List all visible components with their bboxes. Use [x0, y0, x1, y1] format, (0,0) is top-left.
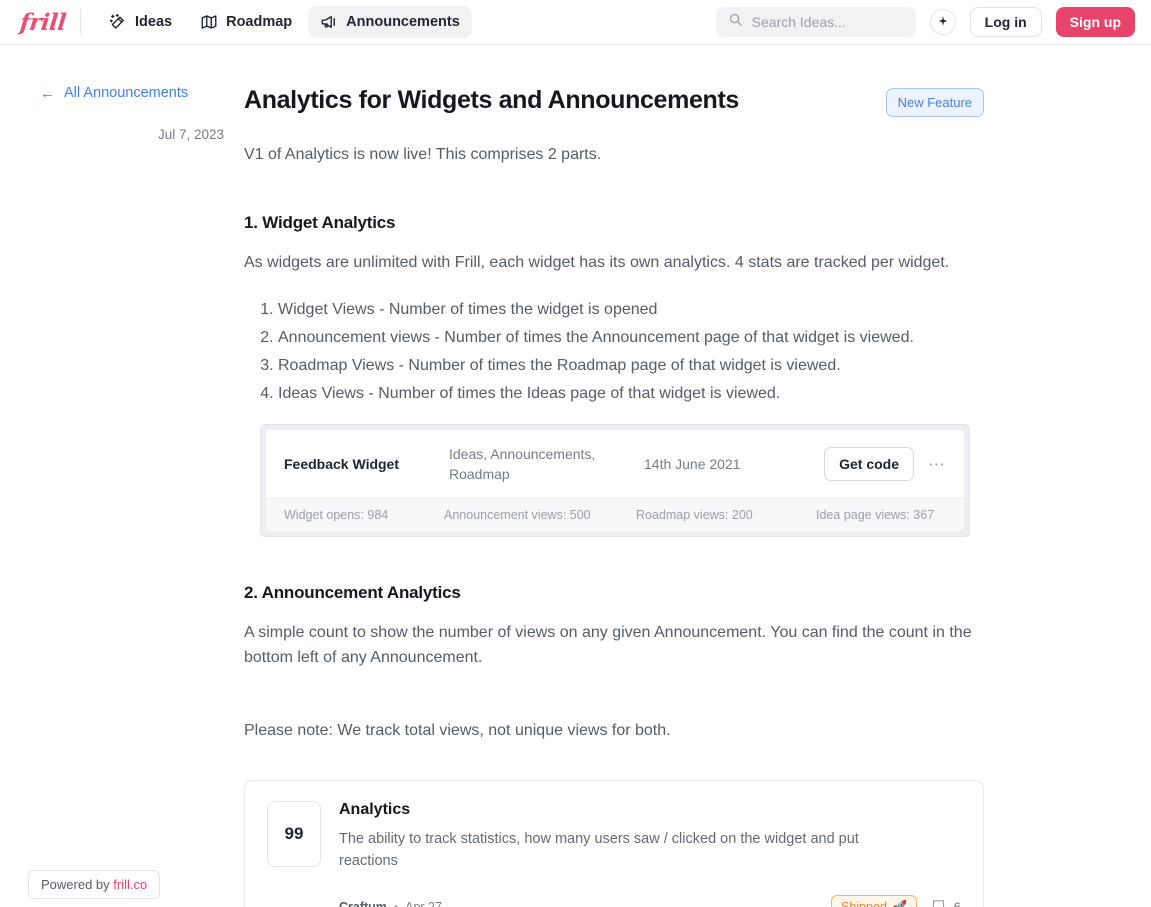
idea-title[interactable]: Analytics: [339, 801, 961, 819]
powered-by-link: frill.co: [113, 877, 148, 892]
meta-separator: •: [394, 900, 398, 907]
stat-idea-page-views: Idea page views: 367: [816, 508, 935, 523]
header-divider: [80, 9, 81, 35]
status-badge-shipped-label: Shipped: [841, 900, 887, 907]
nav-item-roadmap[interactable]: Roadmap: [188, 6, 304, 38]
post-sidebar: ← All Announcements Jul 7, 2023: [0, 85, 244, 907]
sparkle-button[interactable]: [929, 9, 956, 35]
widget-created-date: 14th June 2021: [644, 456, 741, 473]
main-nav: Ideas Roadmap Announcements: [97, 6, 472, 38]
post-lede: V1 of Analytics is now live! This compri…: [244, 146, 602, 163]
ellipsis-icon[interactable]: ⋯: [928, 456, 946, 473]
widget-row-actions: Get code ⋯: [824, 447, 946, 482]
stat-widget-opens: Widget opens: 984: [284, 508, 389, 523]
powered-by-badge[interactable]: Powered by frill.co: [28, 870, 161, 899]
top-navigation-bar: frill Ideas Roadmap Announcements Search…: [0, 0, 1151, 45]
idea-description: The ability to track statistics, how man…: [339, 830, 859, 870]
search-input[interactable]: [751, 14, 904, 30]
nav-item-ideas[interactable]: Ideas: [97, 6, 184, 38]
section-2-paragraph: A simple count to show the number of vie…: [244, 624, 972, 667]
stat-roadmap-views: Roadmap views: 200: [636, 508, 753, 523]
status-badge-shipped[interactable]: Shipped 🚀: [831, 894, 918, 907]
idea-date: Apr 27: [405, 900, 442, 907]
idea-meta-right: Shipped 🚀 6: [831, 894, 961, 907]
get-code-button[interactable]: Get code: [824, 447, 914, 482]
status-badge-new-feature[interactable]: New Feature: [885, 88, 984, 117]
comment-bubble-icon: [931, 898, 946, 907]
sparkle-icon: [937, 15, 949, 30]
rocket-icon: 🚀: [891, 899, 908, 907]
powered-by-prefix: Powered by: [41, 877, 114, 892]
megaphone-icon: [320, 13, 338, 31]
vote-count-box[interactable]: 99: [267, 800, 321, 867]
idea-card[interactable]: 99 Analytics The ability to track statis…: [244, 779, 984, 907]
search-box[interactable]: [715, 7, 916, 37]
map-icon: [200, 13, 218, 31]
section-1-heading: 1. Widget Analytics: [244, 213, 396, 232]
search-icon: [728, 12, 743, 32]
nav-item-announcements-label: Announcements: [346, 14, 460, 30]
list-item: Announcement views - Number of times the…: [278, 324, 984, 352]
list-item: Widget Views - Number of times the widge…: [278, 296, 984, 324]
nav-item-ideas-label: Ideas: [135, 14, 173, 30]
widget-pages: Ideas, Announcements, Roadmap: [449, 445, 596, 483]
page-title: Analytics for Widgets and Announcements: [244, 86, 739, 114]
signup-button[interactable]: Sign up: [1055, 7, 1135, 37]
post-content: Analytics for Widgets and Announcements …: [244, 85, 1004, 907]
post-date: Jul 7, 2023: [157, 127, 224, 142]
list-item: Roadmap Views - Number of times the Road…: [278, 352, 984, 380]
comment-count[interactable]: 6: [931, 898, 961, 907]
stat-announcement-views: Announcement views: 500: [444, 508, 591, 523]
back-to-all-announcements-link[interactable]: ← All Announcements: [40, 85, 224, 101]
section-2-heading: 2. Announcement Analytics: [244, 583, 461, 603]
widget-name: Feedback Widget: [284, 456, 400, 473]
magic-wand-icon: [109, 13, 127, 31]
header-actions: Log in Sign up: [715, 7, 1135, 37]
widget-stats-list: Widget Views - Number of times the widge…: [244, 296, 984, 408]
comment-count-label: 6: [953, 900, 961, 907]
widget-row-card: Feedback Widget Ideas, Announcements, Ro…: [266, 429, 964, 532]
page-body: ← All Announcements Jul 7, 2023 Analytic…: [0, 45, 1151, 907]
idea-meta-row: Craftum • Apr 27 Shipped 🚀: [339, 894, 961, 907]
frill-logo[interactable]: frill: [18, 8, 68, 36]
list-item: Ideas Views - Number of times the Ideas …: [278, 380, 984, 408]
frill-logo-text: frill: [18, 8, 68, 36]
section-1-paragraph: As widgets are unlimited with Frill, eac…: [244, 254, 950, 271]
arrow-left-icon: ←: [40, 84, 55, 102]
widget-screenshot-frame: Feedback Widget Ideas, Announcements, Ro…: [260, 423, 970, 538]
idea-card-body: Analytics The ability to track statistic…: [339, 801, 961, 907]
widget-row-main: Feedback Widget Ideas, Announcements, Ro…: [266, 430, 964, 499]
nav-item-roadmap-label: Roadmap: [226, 14, 293, 30]
widget-stats-row: Widget opens: 984 Announcement views: 50…: [266, 498, 964, 532]
section-2-note: Please note: We track total views, not u…: [244, 721, 671, 739]
back-link-label: All Announcements: [64, 85, 189, 101]
post-title-row: Analytics for Widgets and Announcements …: [244, 85, 984, 117]
login-button[interactable]: Log in: [969, 7, 1042, 37]
nav-item-announcements[interactable]: Announcements: [308, 6, 472, 38]
idea-author: Craftum: [339, 900, 387, 907]
